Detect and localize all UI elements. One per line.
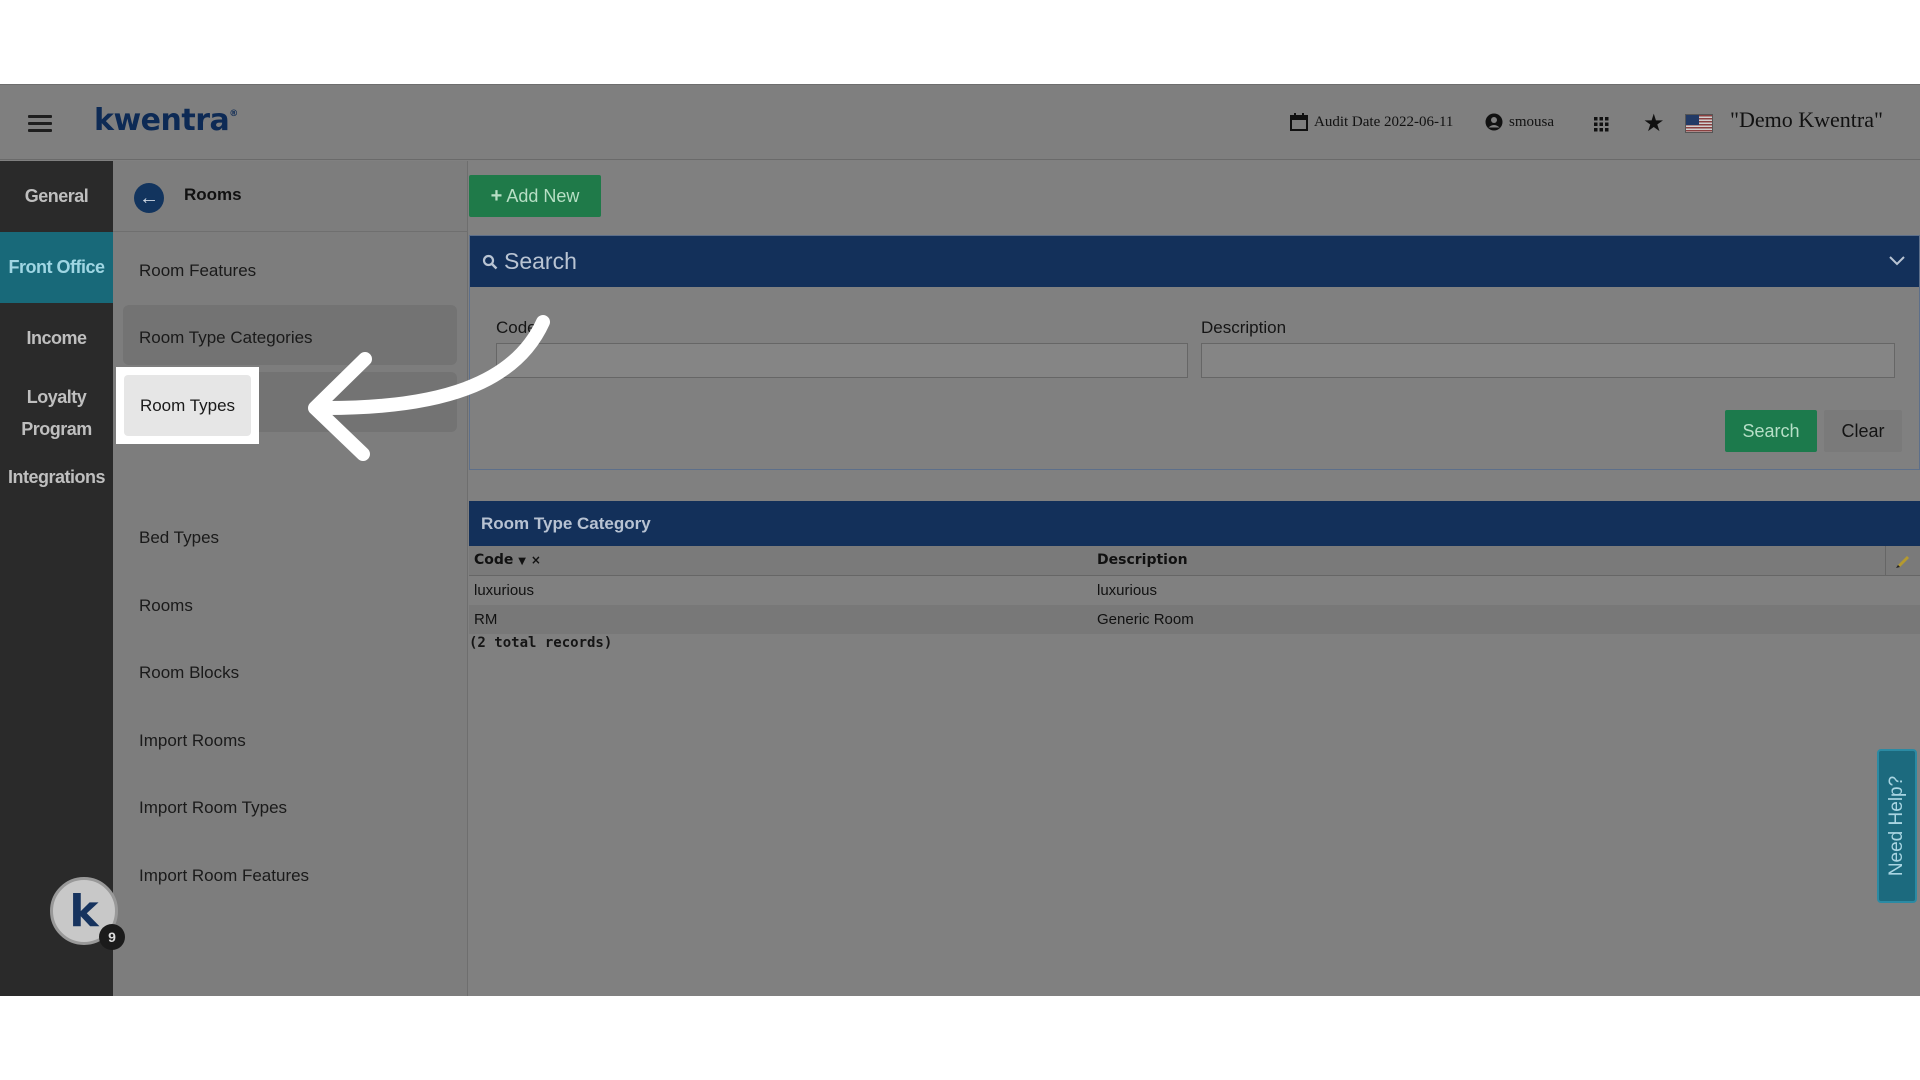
submenu-title: Rooms bbox=[184, 185, 242, 204]
nav-integrations[interactable]: Integrations bbox=[0, 461, 113, 493]
search-panel-header[interactable]: Search bbox=[470, 236, 1919, 287]
add-new-button[interactable]: + Add New bbox=[469, 175, 601, 217]
nav-general[interactable]: General bbox=[0, 161, 113, 232]
description-input[interactable] bbox=[1201, 343, 1895, 378]
description-label: Description bbox=[1201, 318, 1287, 337]
audit-date: Audit Date 2022-06-11 bbox=[1290, 113, 1453, 131]
cell-code: RM bbox=[474, 611, 498, 628]
search-panel-title: Search bbox=[504, 248, 577, 274]
submenu-item-import-room-types[interactable]: Import Room Types bbox=[139, 798, 287, 818]
kwentra-assistant-badge[interactable]: k 9 bbox=[50, 877, 125, 950]
main-nav-rail: General Front Office Income Loyalty Prog… bbox=[0, 161, 113, 996]
grid-title: Room Type Category bbox=[469, 501, 1920, 546]
need-help-tab[interactable]: Need Help? bbox=[1877, 749, 1917, 903]
submenu-item-import-rooms[interactable]: Import Rooms bbox=[139, 731, 246, 751]
company-name[interactable]: "Demo Kwentra" bbox=[1730, 107, 1883, 133]
submenu-item-import-room-features[interactable]: Import Room Features bbox=[139, 866, 309, 886]
submenu-item-room-types[interactable]: Room Types bbox=[124, 375, 251, 436]
sort-down-icon[interactable]: ▼ bbox=[518, 556, 526, 567]
notification-count: 9 bbox=[99, 924, 125, 950]
search-panel: Search Code Description Search Clear bbox=[469, 235, 1920, 470]
total-records: (2 total records) bbox=[469, 635, 613, 651]
nav-front-office[interactable]: Front Office bbox=[0, 232, 113, 303]
cell-description: Generic Room bbox=[1097, 611, 1194, 628]
user-icon bbox=[1485, 113, 1503, 131]
need-help-label: Need Help? bbox=[1886, 775, 1907, 877]
clear-filter-icon[interactable]: × bbox=[531, 553, 541, 567]
submenu-item-room-features[interactable]: Room Features bbox=[139, 261, 256, 281]
app-screen: kwentra® Audit Date 2022-06-11 smousa ★ … bbox=[0, 84, 1920, 996]
tutorial-arrow-icon bbox=[308, 315, 550, 461]
search-button[interactable]: Search bbox=[1725, 410, 1817, 452]
search-icon bbox=[482, 254, 498, 269]
table-row[interactable]: luxurious luxurious bbox=[469, 576, 1920, 605]
app-logo[interactable]: kwentra® bbox=[94, 103, 238, 138]
submenu-item-room-type-categories[interactable]: Room Type Categories bbox=[139, 328, 313, 348]
column-header-code[interactable]: Code ▼ × bbox=[474, 552, 541, 568]
nav-income[interactable]: Income bbox=[0, 303, 113, 374]
column-chooser[interactable] bbox=[1885, 546, 1920, 575]
submenu-item-room-blocks[interactable]: Room Blocks bbox=[139, 663, 239, 683]
clear-button[interactable]: Clear bbox=[1824, 410, 1902, 452]
code-input[interactable] bbox=[496, 343, 1188, 378]
grid-header-row: Code ▼ × Description bbox=[469, 546, 1920, 576]
username: smousa bbox=[1509, 113, 1554, 130]
cell-description: luxurious bbox=[1097, 582, 1158, 599]
us-flag-icon[interactable] bbox=[1685, 114, 1713, 133]
calendar-icon bbox=[1290, 113, 1308, 131]
apps-grid-icon[interactable] bbox=[1594, 117, 1609, 132]
highlight-box: Room Types bbox=[116, 367, 259, 444]
star-icon[interactable]: ★ bbox=[1643, 109, 1665, 138]
column-header-description[interactable]: Description bbox=[1097, 552, 1188, 568]
user-menu[interactable]: smousa bbox=[1485, 113, 1554, 131]
audit-date-text: Audit Date 2022-06-11 bbox=[1314, 113, 1454, 130]
submenu-header: ← Rooms bbox=[113, 161, 468, 232]
nav-loyalty-program[interactable]: Loyalty Program bbox=[0, 381, 113, 445]
results-grid: Room Type Category Code ▼ × Description … bbox=[469, 501, 1920, 651]
table-row[interactable]: RM Generic Room bbox=[469, 605, 1920, 634]
top-header: kwentra® Audit Date 2022-06-11 smousa ★ … bbox=[0, 84, 1920, 160]
edit-pencil-icon bbox=[1896, 556, 1909, 568]
submenu-item-rooms[interactable]: Rooms bbox=[139, 596, 193, 616]
cell-code: luxurious bbox=[474, 582, 535, 599]
plus-icon: + bbox=[490, 184, 503, 207]
add-new-label: Add New bbox=[506, 185, 580, 206]
submenu-item-bed-types[interactable]: Bed Types bbox=[139, 528, 219, 548]
menu-icon[interactable] bbox=[28, 115, 52, 133]
back-arrow-icon[interactable]: ← bbox=[134, 183, 164, 213]
badge-letter: k bbox=[69, 885, 99, 937]
column-header-code-label: Code bbox=[474, 552, 514, 568]
chevron-down-icon[interactable] bbox=[1887, 250, 1907, 270]
